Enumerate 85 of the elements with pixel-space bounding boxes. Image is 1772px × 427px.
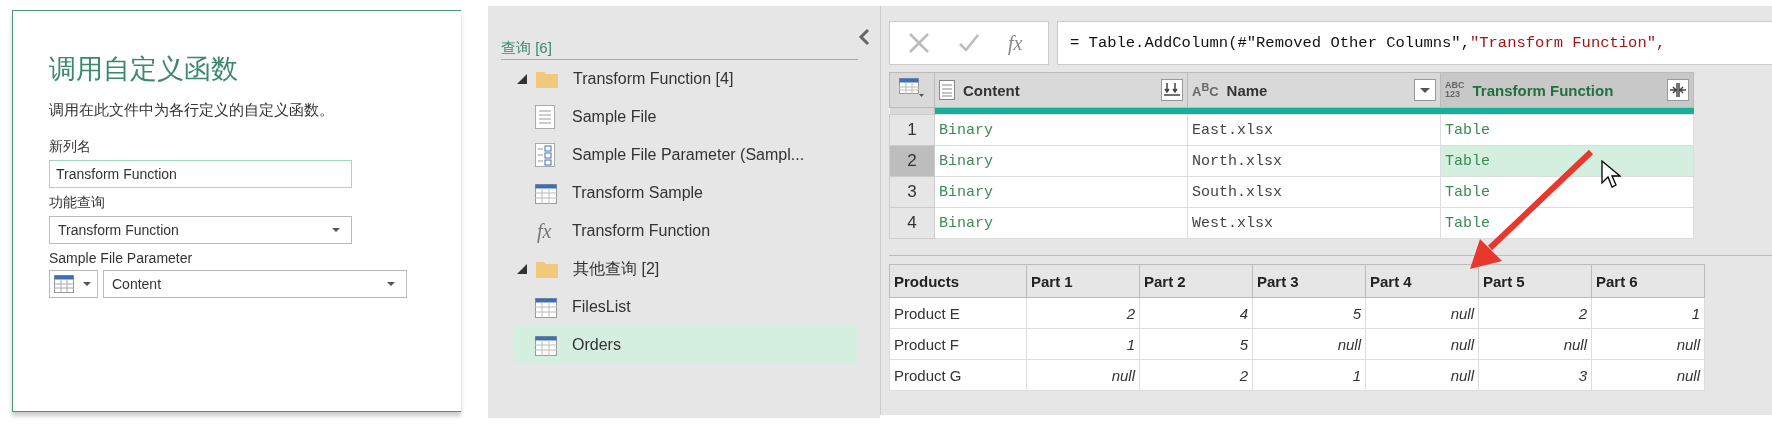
query-item[interactable]: Transform Sample — [513, 174, 857, 212]
table-cell: Binary — [934, 207, 1188, 239]
formula-field[interactable]: = Table.AddColumn(#"Removed Other Columns","Transform Function", — [1057, 21, 1772, 65]
group-name[interactable]: 其他查询 [2] — [573, 258, 660, 280]
table-cell: null — [1478, 328, 1592, 360]
check-icon — [958, 32, 980, 54]
caret-icon — [82, 281, 92, 287]
table-cell: Binary — [934, 145, 1188, 177]
folder-icon — [536, 70, 558, 88]
table-icon — [535, 296, 557, 318]
table-cell: null — [1365, 359, 1479, 391]
query-item[interactable]: fx Transform Function — [513, 212, 857, 250]
table-cell: null — [1026, 359, 1140, 391]
table-cell: 2 — [1478, 297, 1592, 329]
folder-icon — [536, 260, 558, 278]
table-cell: 1 — [1591, 297, 1705, 329]
function-icon: fx — [1008, 31, 1023, 55]
field-label: 功能查询 — [49, 194, 106, 212]
column-header: Part 4 — [1365, 264, 1479, 298]
table-cell: null — [1591, 359, 1705, 391]
column-header: Part 6 — [1591, 264, 1705, 298]
table-cell: null — [1365, 328, 1479, 360]
query-item[interactable]: Orders — [513, 326, 857, 364]
dialog-title: 调用自定义函数 — [49, 53, 239, 86]
document-icon — [535, 105, 555, 129]
column-header: Part 3 — [1252, 264, 1366, 298]
table-cell: West.xlsx — [1187, 207, 1441, 239]
field-label: Sample File Parameter — [49, 250, 194, 266]
table-cell: 5 — [1252, 297, 1366, 329]
query-item[interactable]: Sample File Parameter (Sampl... — [513, 136, 857, 174]
text-field[interactable]: Transform Function — [49, 160, 352, 188]
function-icon: fx — [537, 219, 552, 243]
table-cell: South.xlsx — [1187, 176, 1441, 208]
table-cell: Product G — [889, 359, 1027, 391]
table-cell: Table — [1440, 114, 1694, 146]
table-cell: 1 — [1026, 328, 1140, 360]
table-icon — [535, 182, 557, 204]
dropdown[interactable]: Content — [103, 270, 407, 298]
table-cell: North.xlsx — [1187, 145, 1441, 177]
table-cell: 5 — [1139, 328, 1253, 360]
table-cell: Product F — [889, 328, 1027, 360]
caret-icon — [331, 227, 341, 233]
column-header[interactable]: Content — [934, 72, 1188, 108]
column-header: Part 2 — [1139, 264, 1253, 298]
table-cell: 2 — [1026, 297, 1140, 329]
cursor-icon — [1601, 160, 1621, 190]
query-item[interactable]: Sample File — [513, 98, 857, 136]
column-header[interactable]: A$^{B}$C Name — [1187, 72, 1441, 108]
column-header: Part 1 — [1026, 264, 1140, 298]
table-cell: Binary — [934, 176, 1188, 208]
table-cell: 1 — [1252, 359, 1366, 391]
type-icon: A$^{B}$C — [1192, 81, 1219, 99]
expand-columns-icon[interactable] — [1668, 80, 1688, 100]
table-cell: null — [1252, 328, 1366, 360]
query-item[interactable]: FilesList — [513, 288, 857, 326]
table-icon — [535, 334, 557, 356]
caret-icon — [386, 281, 396, 287]
type-icon: ABC 123 — [1445, 81, 1465, 99]
dialog-description: 调用在此文件中为各行定义的自定义函数。 — [49, 101, 335, 120]
dropdown[interactable]: Transform Function — [49, 216, 352, 244]
field-label: 新列名 — [49, 138, 92, 156]
table-cell: 4 — [1139, 297, 1253, 329]
document-icon — [939, 80, 955, 100]
table-cell: Product E — [889, 297, 1027, 329]
table-cell: Table — [1440, 207, 1694, 239]
row-number[interactable]: 3 — [889, 176, 935, 208]
table-cell: East.xlsx — [1187, 114, 1441, 146]
column-header: Part 5 — [1478, 264, 1592, 298]
table-icon — [54, 275, 74, 293]
collapse-icon — [858, 28, 870, 46]
table-cell: 2 — [1139, 359, 1253, 391]
group-name[interactable]: Transform Function [4] — [573, 70, 734, 88]
row-number[interactable]: 1 — [889, 114, 935, 146]
table-cell: Binary — [934, 114, 1188, 146]
queries-title: 查询 [6] — [501, 39, 552, 58]
table-cell: null — [1591, 328, 1705, 360]
cancel-icon — [908, 32, 930, 54]
row-number[interactable]: 4 — [889, 207, 935, 239]
type-dropdown[interactable] — [49, 270, 98, 298]
row-number[interactable]: 2 — [889, 145, 935, 177]
table-cell: null — [1365, 297, 1479, 329]
table-menu-icon — [899, 78, 925, 98]
table-cell: 3 — [1478, 359, 1592, 391]
parameter-icon — [535, 143, 555, 167]
column-header: Products — [889, 264, 1027, 298]
